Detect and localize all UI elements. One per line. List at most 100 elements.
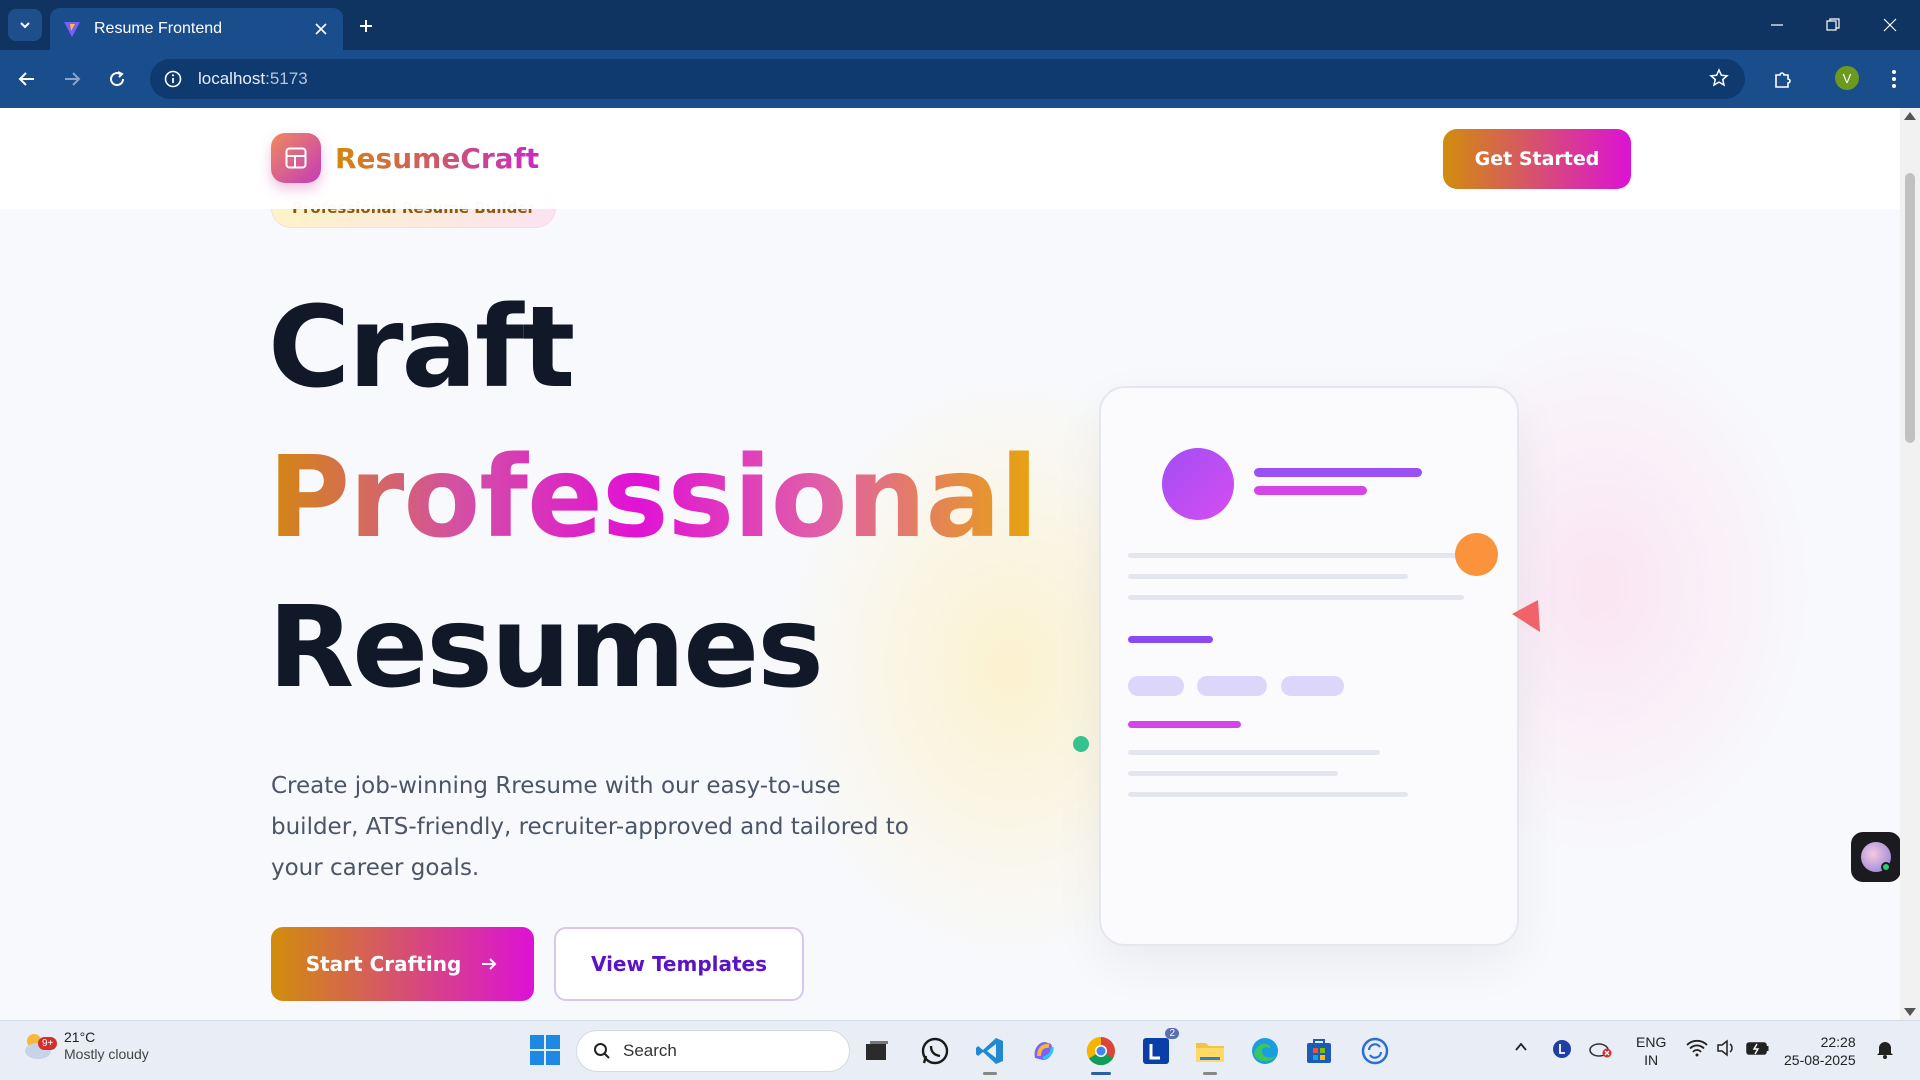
resume-text-line (1128, 771, 1338, 776)
chevron-up-icon (1515, 1042, 1527, 1051)
copilot-app[interactable] (1027, 1034, 1061, 1068)
sync-icon (1361, 1037, 1389, 1065)
resume-text-line (1128, 553, 1490, 558)
decorative-orange-dot (1455, 533, 1498, 576)
arrow-right-icon (482, 958, 497, 970)
chat-assistant-button[interactable] (1851, 832, 1901, 882)
forward-button[interactable] (55, 62, 89, 96)
chrome-app[interactable] (1084, 1034, 1118, 1075)
hero-description: Create job-winning Rresume with our easy… (271, 773, 909, 881)
resume-name-line (1254, 468, 1422, 477)
sync-app[interactable] (1358, 1034, 1392, 1068)
browser-tab-active[interactable]: Resume Frontend (50, 8, 343, 50)
extensions-button[interactable] (1766, 62, 1800, 96)
store-icon (1307, 1039, 1331, 1063)
linkedin-app[interactable]: 2 (1139, 1028, 1179, 1068)
hero-title-line-1: Craft (268, 283, 575, 413)
page-scrollbar[interactable] (1900, 108, 1920, 1020)
resume-section-heading (1128, 636, 1213, 643)
vite-logo-icon (64, 22, 80, 37)
speaker-icon (1717, 1039, 1733, 1057)
tab-close-icon[interactable] (311, 19, 331, 39)
resume-text-line (1128, 574, 1408, 579)
weather-temperature: 21°C (64, 1029, 96, 1045)
restore-button[interactable] (1818, 10, 1848, 40)
hero-title-line-2: Professional (268, 433, 1038, 563)
whatsapp-app[interactable] (918, 1034, 952, 1068)
close-window-button[interactable] (1875, 10, 1905, 40)
clock-time: 22:28 (1820, 1034, 1856, 1050)
file-explorer-app[interactable] (1193, 1034, 1227, 1075)
reload-button[interactable] (100, 62, 134, 96)
input-language[interactable]: ENG IN (1636, 1033, 1666, 1069)
address-bar[interactable]: localhost:5173 (150, 59, 1745, 99)
url-port: :5173 (265, 69, 308, 88)
volume-tray-icon[interactable] (1716, 1039, 1736, 1062)
chrome-icon (1086, 1036, 1115, 1066)
site-info-icon[interactable] (164, 70, 182, 88)
tray-overflow-chevron[interactable] (1513, 1039, 1529, 1060)
back-button[interactable] (10, 62, 44, 96)
restore-icon (1826, 18, 1840, 31)
resume-skill-pill (1281, 676, 1344, 696)
scroll-down-arrow[interactable] (1904, 1008, 1916, 1016)
folder-icon (1196, 1043, 1224, 1062)
windows-logo-icon (530, 1035, 560, 1065)
url-text[interactable]: localhost:5173 (198, 69, 308, 89)
browser-tab-strip: Resume Frontend (0, 0, 1920, 50)
copilot-icon (1034, 1042, 1054, 1060)
resume-skill-pill (1128, 676, 1184, 696)
wifi-tray-icon[interactable] (1686, 1039, 1708, 1062)
edge-app[interactable] (1248, 1034, 1282, 1068)
tab-search-button[interactable] (8, 9, 42, 41)
minimize-button[interactable] (1762, 10, 1792, 40)
url-host: localhost (198, 69, 266, 88)
resume-text-line (1128, 792, 1408, 797)
app-active-indicator (1091, 1072, 1111, 1075)
scroll-up-arrow[interactable] (1904, 112, 1916, 120)
resume-avatar-placeholder (1162, 448, 1234, 520)
tray-app-icon[interactable] (1552, 1039, 1572, 1064)
search-icon (594, 1043, 610, 1059)
app-running-indicator (1203, 1072, 1217, 1075)
region-code: IN (1644, 1052, 1659, 1068)
plus-icon (360, 20, 372, 32)
weather-alert-badge: 9+ (38, 1037, 58, 1050)
scrollbar-thumb[interactable] (1905, 173, 1915, 443)
start-button[interactable] (530, 1035, 560, 1070)
language-code: ENG (1636, 1034, 1667, 1050)
weather-widget[interactable]: 9+ 21°C Mostly cloudy (20, 1029, 149, 1063)
weather-description: Mostly cloudy (64, 1046, 149, 1062)
bell-icon (1877, 1042, 1893, 1059)
battery-tray-icon[interactable] (1746, 1039, 1770, 1062)
brand-name: ResumeCraft (335, 141, 540, 175)
profile-avatar[interactable]: V (1835, 66, 1859, 90)
onedrive-tray-icon[interactable] (1588, 1039, 1612, 1064)
resume-text-line (1128, 595, 1464, 600)
microsoft-store-app[interactable] (1302, 1034, 1336, 1068)
browser-menu-button[interactable] (1880, 62, 1908, 96)
start-crafting-button[interactable]: Start Crafting (271, 927, 534, 1001)
windows-taskbar: 9+ 21°C Mostly cloudy Search 2 ENG IN 22… (0, 1020, 1920, 1080)
task-view-button[interactable] (860, 1034, 894, 1068)
view-templates-button[interactable]: View Templates (554, 927, 804, 1001)
online-status-dot (1881, 862, 1891, 872)
new-tab-button[interactable] (352, 12, 380, 40)
get-started-button[interactable]: Get Started (1443, 129, 1631, 189)
bookmark-star-icon[interactable] (1709, 68, 1729, 88)
system-clock[interactable]: 22:28 25-08-2025 (1784, 1033, 1856, 1069)
decorative-green-dot (1073, 736, 1089, 752)
minimize-icon (1771, 24, 1783, 26)
tab-title: Resume Frontend (94, 20, 223, 37)
puzzle-icon (1775, 72, 1791, 88)
brand[interactable]: ResumeCraft (271, 133, 539, 183)
layout-icon (271, 133, 321, 183)
vscode-app[interactable] (973, 1034, 1007, 1075)
notifications-button[interactable] (1875, 1039, 1895, 1064)
taskbar-search[interactable]: Search (576, 1030, 850, 1072)
user-circle-icon (1553, 1040, 1571, 1058)
wifi-icon (1686, 1039, 1708, 1057)
resume-preview-illustration (1099, 386, 1519, 946)
arrow-left-icon (18, 72, 34, 86)
notification-count-badge: 2 (1165, 1028, 1179, 1039)
